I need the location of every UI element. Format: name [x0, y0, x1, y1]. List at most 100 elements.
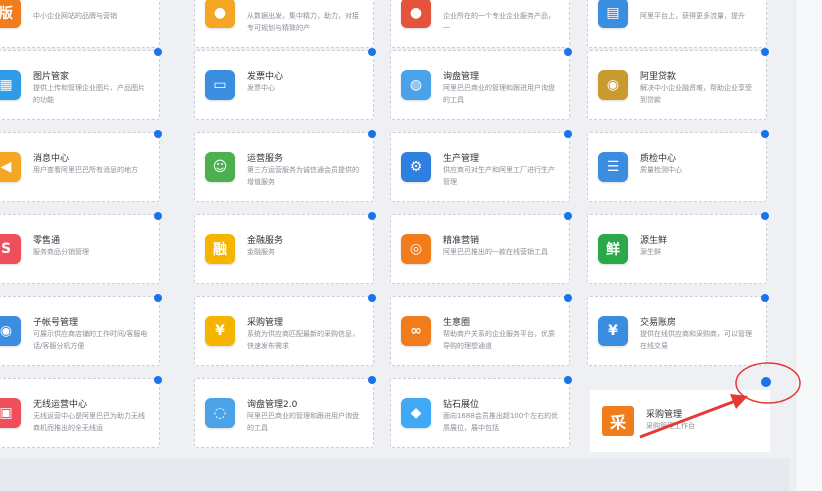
production-gear-icon: ⚙ — [401, 152, 431, 182]
orange-circle-icon: ● — [205, 0, 235, 28]
add-dot-icon[interactable] — [761, 294, 769, 302]
card-description: 阿里平台上，获得更多流量，提升 — [640, 12, 745, 20]
add-dot-icon[interactable] — [154, 212, 162, 220]
invoice-icon: ▭ — [205, 70, 235, 100]
diamond-icon: ◆ — [401, 398, 431, 428]
card-title: 采购管理 — [646, 410, 683, 420]
card-description: 第三方运营服务为诚信通会员提供的增值服务 — [247, 166, 359, 186]
add-dot-icon[interactable] — [368, 376, 376, 384]
app-card[interactable]: ◆ 钻石展位面向1688会员推出超100个左右的优质展位，展中包括 — [390, 376, 572, 448]
app-card[interactable]: ◌ 询盘管理2.0 阿里巴巴商业的管理和跟进用户询盘的工具 — [194, 376, 376, 448]
app-card[interactable]: ● 从数据出发，集中精力，助力，对接专可规划与精致的产 — [194, 0, 374, 48]
card-title: 询盘管理2.0 — [247, 400, 298, 410]
card-title: 生意圈 — [443, 318, 471, 328]
card-description: 解决中小企业融资难，帮助企业享受到贷款 — [640, 84, 752, 104]
app-card[interactable]: ◍ 询盘管理阿里巴巴商业的管理和跟进用户询盘的工具 — [390, 48, 572, 120]
card-description: 金融服务 — [247, 248, 275, 256]
app-card[interactable]: ¥ 交易账房 提供在线供应商和采购商，可以管理在线交易 — [587, 294, 769, 366]
add-dot-icon[interactable] — [368, 212, 376, 220]
card-title: 源生鲜 — [640, 236, 668, 246]
fresh-icon: 鲜 — [598, 234, 628, 264]
card-title: 精准营销 — [443, 236, 480, 246]
app-card[interactable]: ◎ 精准营销阿里巴巴推出的一款在线营销工具 — [390, 212, 572, 284]
card-description: 中小企业网站的品牌与营销 — [33, 12, 117, 20]
target-icon: ◎ — [401, 234, 431, 264]
add-dot-icon[interactable] — [154, 294, 162, 302]
app-card[interactable]: ∞ 生意圈帮助商户关系的企业服务平台，优质导购的理想通道 — [390, 294, 572, 366]
app-card[interactable]: ⚙ 生产管理供应商可对生产和阿里工厂进行生产管理 — [390, 130, 572, 202]
add-dot-icon[interactable] — [564, 48, 572, 56]
card-description: 阿里巴巴推出的一款在线营销工具 — [443, 248, 548, 256]
add-dot-icon[interactable] — [154, 130, 162, 138]
globe-icon: ◍ — [401, 70, 431, 100]
page-scrollbar[interactable] — [795, 0, 822, 491]
card-description: 帮助商户关系的企业服务平台，优质导购的理想通道 — [443, 330, 555, 350]
add-dot-icon[interactable] — [564, 130, 572, 138]
card-title: 生产管理 — [443, 154, 480, 164]
app-card[interactable]: ¥ 采购管理系统为供应商匹配最新的采购信息，快速发布需求 — [194, 294, 376, 366]
procurement-card-highlighted[interactable]: 采 采购管理 采购管理工作台 — [590, 390, 770, 452]
card-title: 询盘管理 — [443, 72, 480, 82]
card-description: 企业所在的一个专业企业服务产品，一 — [443, 12, 555, 32]
card-description: 供应商可对生产和阿里工厂进行生产管理 — [443, 166, 555, 186]
add-dot-icon[interactable] — [154, 48, 162, 56]
add-dot-icon[interactable] — [564, 212, 572, 220]
card-description: 系统为供应商匹配最新的采购信息，快速发布需求 — [247, 330, 359, 350]
add-dot-icon[interactable] — [564, 376, 572, 384]
card-title: 金融服务 — [247, 236, 284, 246]
megaphone-icon: ◀ — [0, 152, 21, 182]
card-description: 面向1688会员推出超100个左右的优质展位，展中包括 — [443, 412, 559, 432]
sub-account-icon: ◉ — [0, 316, 21, 346]
card-title: 钻石展位 — [443, 400, 480, 410]
procurement-icon: ¥ — [205, 316, 235, 346]
card-title: 运营服务 — [247, 154, 284, 164]
app-card[interactable]: 版 中小企业网站的品牌与营销 — [0, 0, 160, 48]
app-card[interactable]: ☺ 运营服务第三方运营服务为诚信通会员提供的增值服务 — [194, 130, 376, 202]
app-card[interactable]: ▭ 发票中心 发票中心 — [194, 48, 376, 120]
add-dot-icon[interactable] — [761, 212, 769, 220]
card-description: 阿里巴巴商业的管理和跟进用户询盘的工具 — [443, 84, 555, 104]
checklist-icon: ☰ — [598, 152, 628, 182]
app-card[interactable]: 融金融服务 金融服务 — [194, 212, 376, 284]
add-dot-icon[interactable] — [761, 48, 769, 56]
coin-icon: ◉ — [598, 70, 628, 100]
card-title: 阿里贷款 — [640, 72, 677, 82]
add-dot-icon[interactable] — [564, 294, 572, 302]
card-description: 服务商品分销管理 — [33, 248, 89, 256]
link-icon: ∞ — [401, 316, 431, 346]
app-card[interactable]: ▤ 阿里平台上，获得更多流量，提升 — [587, 0, 767, 48]
wireless-shop-icon: ▣ — [0, 398, 21, 428]
card-title: 发票中心 — [247, 72, 284, 82]
app-card[interactable]: ▣ 无线运营中心 无线运营中心是阿里巴巴为助力无线商机而推出的全无线运 — [0, 376, 162, 448]
app-card[interactable]: ● 企业所在的一个专业企业服务产品，一 — [390, 0, 570, 48]
app-card[interactable]: S 零售通 服务商品分销管理 — [0, 212, 162, 284]
app-card[interactable]: ◉ 子帐号管理 可展示供应商店铺的工作时间/客服电话/客服分机方便 — [0, 294, 162, 366]
app-card[interactable]: ☰ 质检中心 质量检测中心 — [587, 130, 769, 202]
card-description: 可展示供应商店铺的工作时间/客服电话/客服分机方便 — [33, 330, 148, 350]
card-description: 阿里巴巴商业的管理和跟进用户询盘的工具 — [247, 412, 359, 432]
app-card[interactable]: ▦ 图片管家 提供上传和管理企业图片、产品图片的功能 — [0, 48, 162, 120]
trade-account-icon: ¥ — [598, 316, 628, 346]
card-description: 用户查看阿里巴巴所有消息的地方 — [33, 166, 138, 174]
card-description: 提供上传和管理企业图片、产品图片的功能 — [33, 84, 145, 104]
card-title: 图片管家 — [33, 72, 70, 82]
procurement-cai-icon: 采 — [602, 406, 634, 436]
card-title: 采购管理 — [247, 318, 284, 328]
finance-icon: 融 — [205, 234, 235, 264]
add-dot-icon[interactable] — [368, 48, 376, 56]
service-agent-icon: ☺ — [205, 152, 235, 182]
add-dot-icon[interactable] — [368, 130, 376, 138]
card-title: 质检中心 — [640, 154, 677, 164]
brand-icon: 版 — [0, 0, 21, 28]
add-dot-icon[interactable] — [761, 130, 769, 138]
add-dot-icon[interactable] — [154, 376, 162, 384]
card-title: 交易账房 — [640, 318, 677, 328]
app-card[interactable]: ◉ 阿里贷款解决中小企业融资难，帮助企业享受到贷款 — [587, 48, 769, 120]
blue-doc-icon: ▤ — [598, 0, 628, 28]
card-description: 发票中心 — [247, 84, 275, 92]
app-card[interactable]: 鲜源生鲜 源生鲜 — [587, 212, 769, 284]
card-description: 从数据出发，集中精力，助力，对接专可规划与精致的产 — [247, 12, 359, 32]
card-description: 采购管理工作台 — [646, 422, 695, 430]
app-card[interactable]: ◀ 消息中心 用户查看阿里巴巴所有消息的地方 — [0, 130, 162, 202]
add-dot-icon[interactable] — [368, 294, 376, 302]
